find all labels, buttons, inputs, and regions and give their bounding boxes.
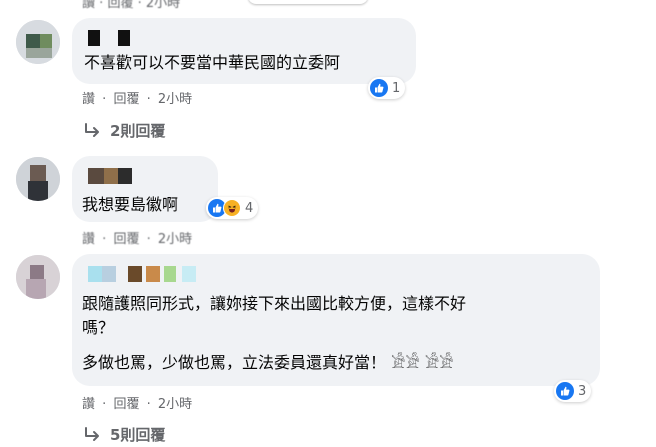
comment-actions: 讚 · 回覆 · 2小時 — [82, 397, 193, 413]
view-replies-button[interactable]: 2則回覆 — [84, 121, 165, 141]
timestamp[interactable]: 2小時 — [158, 232, 192, 248]
reply-arrow-icon — [85, 427, 99, 441]
reply-link[interactable]: 回覆 — [113, 397, 139, 413]
haha-reaction-icon — [223, 199, 241, 217]
comment-text-line-2: 嗎？ — [82, 318, 115, 337]
comment-text-line-3: 多做也罵，少做也罵，立法委員還真好當！ 𓀀𓀀 𓀀𓀀 — [82, 353, 454, 372]
reaction-count: 4 — [245, 200, 254, 216]
reaction-pill-partial[interactable] — [248, 0, 368, 4]
comment-bubble: 跟隨護照同形式，讓妳接下來出國比較方便，這樣不好 嗎？ 多做也罵，少做也罵，立法… — [72, 254, 600, 386]
timestamp[interactable]: 2小時 — [158, 92, 192, 108]
comment-actions: 讚 · 回覆 · 2小時 — [82, 92, 193, 108]
reply-link[interactable]: 回覆 — [107, 0, 133, 11]
comment-text: 不喜歡可以不要當中華民國的立委阿 — [84, 53, 341, 72]
reaction-summary[interactable]: 3 — [554, 380, 592, 402]
like-link[interactable]: 讚 — [82, 232, 95, 248]
like-reaction-icon — [556, 382, 574, 400]
reply-arrow-icon — [85, 123, 99, 137]
timestamp[interactable]: 2小時 — [158, 397, 192, 413]
avatar[interactable] — [16, 157, 60, 201]
reply-link[interactable]: 回覆 — [113, 92, 139, 108]
reaction-summary[interactable]: 4 — [206, 197, 259, 219]
reply-link[interactable]: 回覆 — [113, 232, 139, 248]
reaction-count: 3 — [578, 383, 587, 399]
like-link[interactable]: 讚 — [82, 397, 95, 413]
like-link[interactable]: 讚 — [82, 92, 95, 108]
comment-actions: 讚 · 回覆 · 2小時 — [82, 232, 193, 248]
view-replies-button[interactable]: 5則回覆 — [84, 425, 165, 445]
reaction-count: 1 — [392, 80, 401, 96]
comment-bubble: 我想要島徽啊 — [72, 156, 218, 222]
comment-actions-top: 讀 · 回覆 · 2小時 — [82, 0, 180, 11]
avatar[interactable] — [16, 20, 60, 64]
avatar[interactable] — [16, 255, 60, 299]
like-link[interactable]: 讀 — [82, 0, 95, 11]
reaction-summary[interactable]: 1 — [368, 77, 406, 99]
timestamp[interactable]: 2小時 — [146, 0, 180, 11]
comment-text: 我想要島徽啊 — [82, 195, 179, 214]
comment-text-line-1: 跟隨護照同形式，讓妳接下來出國比較方便，這樣不好 — [82, 294, 467, 313]
like-reaction-icon — [370, 79, 388, 97]
comment-bubble: 不喜歡可以不要當中華民國的立委阿 — [72, 18, 416, 84]
